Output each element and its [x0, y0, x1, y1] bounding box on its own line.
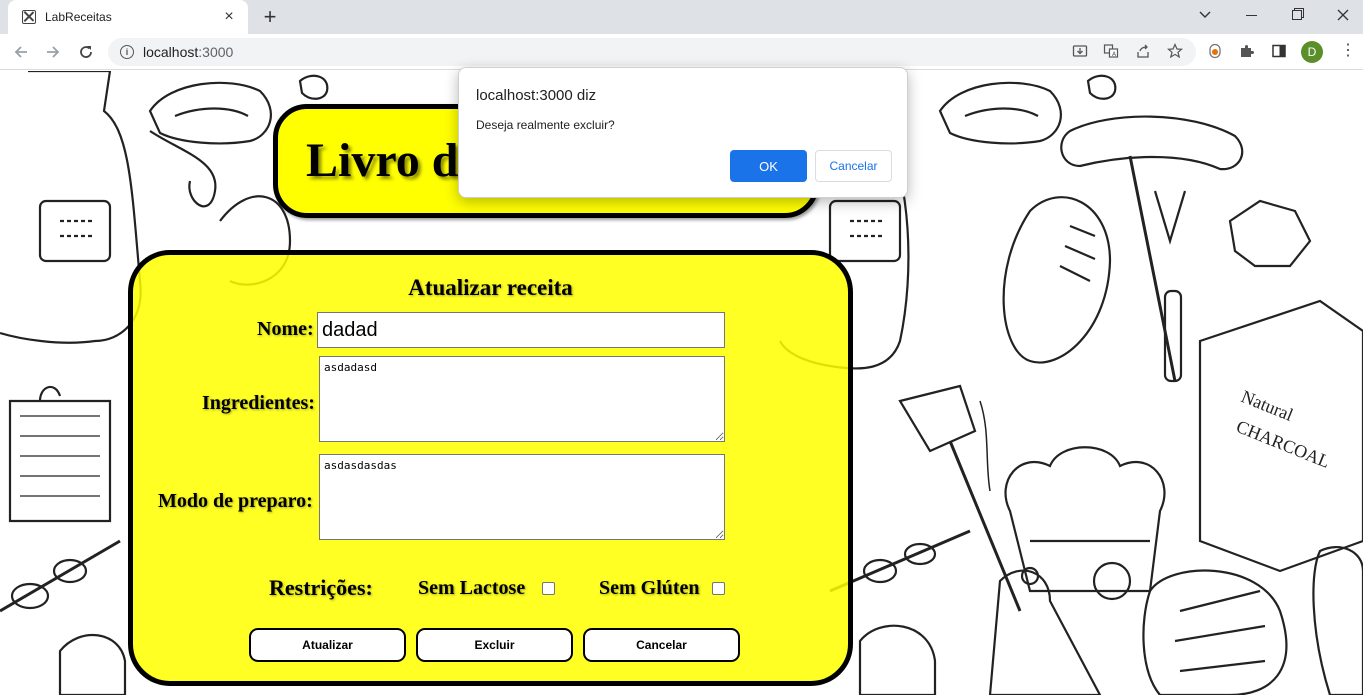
reload-icon [80, 46, 92, 58]
restore-button[interactable] [1274, 0, 1320, 30]
restore-icon [1292, 10, 1302, 20]
dialog-title: localhost:3000 diz [476, 87, 597, 104]
dialog-message: Deseja realmente excluir? [476, 118, 615, 132]
svg-text:CHARCOAL: CHARCOAL [1234, 416, 1333, 472]
address-bar[interactable]: i localhost:3000 [108, 38, 1196, 66]
url-text: localhost:3000 [143, 44, 234, 60]
atualizar-button[interactable]: Atualizar [249, 628, 406, 662]
tab-strip: LabReceitas × + [0, 0, 1363, 34]
sem-lactose-label: Sem Lactose [418, 577, 526, 599]
minimize-icon [1245, 14, 1257, 16]
nome-label: Nome: [257, 318, 314, 340]
sem-lactose-checkbox[interactable] [542, 582, 555, 595]
favicon-icon [22, 10, 36, 24]
cancelar-button[interactable]: Cancelar [583, 628, 740, 662]
sem-gluten-checkbox[interactable] [712, 582, 725, 595]
share-icon[interactable] [1134, 42, 1152, 60]
tab-search-chevron-icon[interactable] [1182, 0, 1228, 30]
ingredientes-textarea[interactable]: asdadasd [319, 356, 725, 442]
tab-close-icon[interactable]: × [220, 8, 238, 26]
reload-button[interactable] [74, 40, 98, 64]
ingredientes-label: Ingredientes: [202, 392, 315, 414]
dialog-cancel-button[interactable]: Cancelar [815, 150, 892, 182]
close-window-button[interactable] [1320, 0, 1363, 30]
browser-tab[interactable]: LabReceitas × [8, 0, 248, 34]
arrow-left-icon [14, 46, 27, 58]
forward-button[interactable] [41, 40, 65, 64]
bookmark-star-icon[interactable] [1166, 42, 1184, 60]
translate-icon[interactable]: A [1102, 42, 1120, 60]
side-panel-icon[interactable] [1270, 42, 1288, 60]
modo-preparo-textarea[interactable]: asdasdasdas [319, 454, 725, 540]
restricoes-label: Restrições: [269, 575, 373, 600]
dialog-ok-button[interactable]: OK [730, 150, 807, 182]
more-menu-icon[interactable]: ⋮ [1340, 42, 1356, 60]
excluir-button[interactable]: Excluir [416, 628, 573, 662]
modo-preparo-label: Modo de preparo: [158, 490, 313, 512]
confirm-dialog: localhost:3000 diz Deseja realmente excl… [458, 67, 908, 198]
new-tab-button[interactable]: + [258, 4, 282, 30]
sem-gluten-label: Sem Glúten [599, 577, 700, 599]
close-window-icon [1337, 9, 1349, 21]
minimize-button[interactable] [1228, 0, 1274, 30]
extension-record-icon[interactable] [1206, 42, 1224, 60]
tab-title: LabReceitas [45, 10, 112, 24]
site-info-icon[interactable]: i [120, 45, 134, 59]
extensions-puzzle-icon[interactable] [1238, 42, 1256, 60]
update-recipe-form: Atualizar receita Nome: Ingredientes: as… [128, 250, 853, 686]
install-app-icon[interactable] [1071, 42, 1089, 60]
profile-avatar[interactable]: D [1301, 41, 1323, 63]
arrow-right-icon [47, 46, 60, 58]
nome-input[interactable] [317, 312, 725, 348]
browser-toolbar: i localhost:3000 A D ⋮ [0, 34, 1363, 70]
form-title: Atualizar receita [408, 275, 573, 300]
back-button[interactable] [9, 40, 33, 64]
